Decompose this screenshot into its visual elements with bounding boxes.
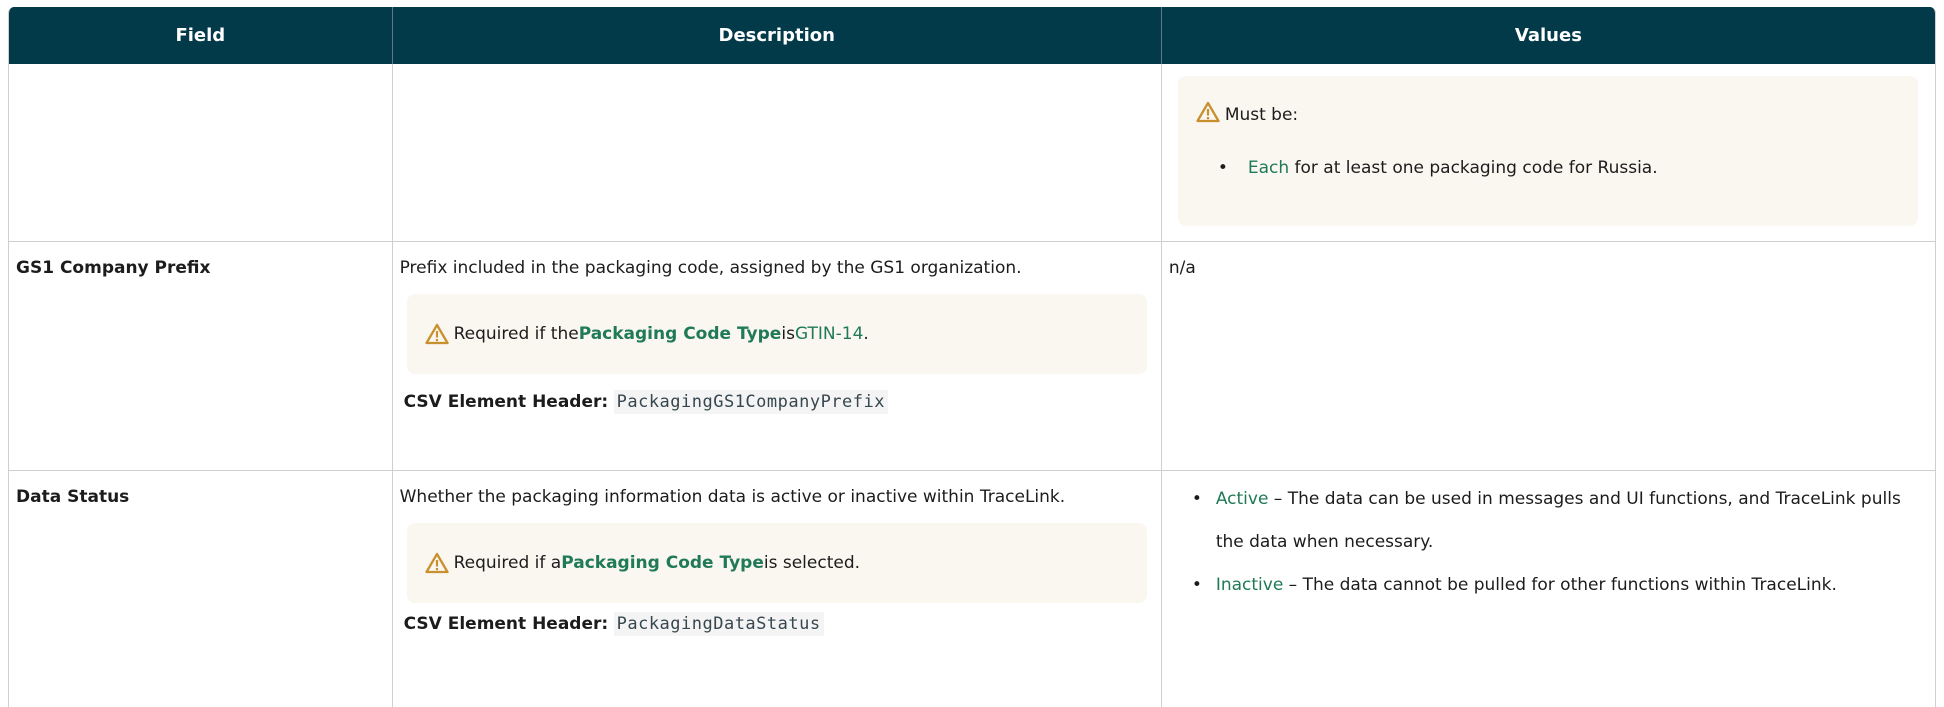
description-text: Prefix included in the packaging code, a… [399,258,1022,278]
value-ref-link[interactable]: GTIN-14 [795,324,863,344]
value-keyword-active[interactable]: Active [1216,489,1269,509]
field-cell-empty [9,64,393,241]
must-be-note: Must be: • Each for at least one packagin… [1177,76,1918,226]
csv-label: CSV Element Header: [403,392,609,412]
description-text: Whether the packaging information data i… [399,487,1066,507]
warning-triangle-icon [1196,101,1220,123]
csv-code: PackagingGS1CompanyPrefix [613,390,888,414]
values-cell: n/a [1162,242,1935,470]
values-text: n/a [1168,258,1196,278]
table-row: Must be: • Each for at least one packagin… [9,64,1935,242]
value-keyword-inactive[interactable]: Inactive [1216,575,1283,595]
description-cell-empty [393,64,1162,241]
csv-code: PackagingDataStatus [613,612,824,636]
warning-triangle-icon [424,323,449,345]
csv-header: CSV Element Header: PackagingGS1CompanyP… [403,390,888,414]
table-row: Data Status Whether the packaging inform… [9,471,1935,707]
values-cell: Must be: • Each for at least one packagin… [1162,64,1935,241]
header-description: Description [393,7,1162,64]
table-row: GS1 Company Prefix Prefix included in th… [9,242,1935,471]
description-cell: Prefix included in the packaging code, a… [393,242,1162,470]
warning-triangle-icon [424,552,449,574]
list-item: Active – The data can be used in message… [1182,478,1932,564]
required-note: Required if the Packaging Code Type is G… [406,294,1147,374]
packaging-fields-table: Field Description Values Must be: • Each … [8,7,1936,707]
value-text: for at least one packaging code for Russ… [1289,158,1658,178]
table-header: Field Description Values [9,7,1935,64]
field-ref-link[interactable]: Packaging Code Type [561,553,764,573]
must-be-label: Must be: [1224,105,1299,125]
description-cell: Whether the packaging information data i… [393,471,1162,707]
values-cell: Active – The data can be used in message… [1162,471,1935,707]
csv-header: CSV Element Header: PackagingDataStatus [403,612,824,636]
list-item: Inactive – The data cannot be pulled for… [1182,564,1932,607]
field-ref-link[interactable]: Packaging Code Type [579,324,782,344]
values-list: Active – The data can be used in message… [1182,478,1932,607]
value-keyword-each[interactable]: Each [1248,158,1289,178]
header-field: Field [9,7,393,64]
csv-label: CSV Element Header: [403,614,609,634]
field-name: GS1 Company Prefix [9,242,393,470]
field-name: Data Status [9,471,393,707]
required-note: Required if a Packaging Code Type is sel… [406,523,1147,603]
header-values: Values [1514,25,1582,46]
